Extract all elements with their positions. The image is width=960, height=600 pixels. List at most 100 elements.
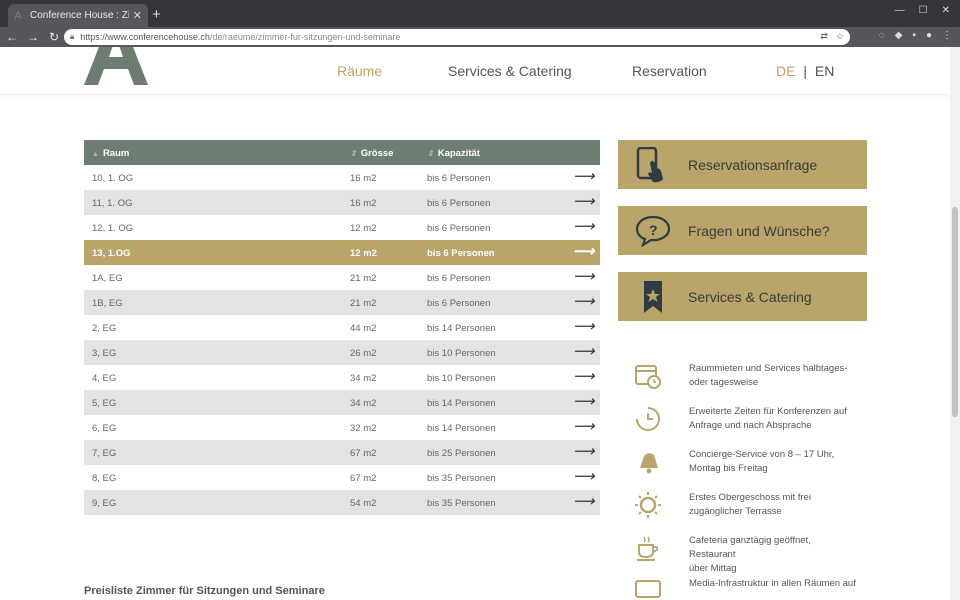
cell-kapazitaet: bis 35 Personen: [427, 498, 496, 509]
close-tab-icon[interactable]: ✕: [133, 9, 142, 22]
sort-groesse[interactable]: ⇕ Grösse: [350, 148, 393, 159]
window-controls: — ☐ ✕: [895, 5, 950, 16]
scrollbar-thumb[interactable]: [952, 207, 958, 417]
arrow-right-icon[interactable]: ⟶: [573, 369, 595, 384]
table-row[interactable]: 7, EG 67 m2 bis 25 Personen ⟶: [84, 440, 600, 465]
arrow-right-icon[interactable]: ⟶: [573, 269, 595, 284]
arrow-right-icon[interactable]: ⟶: [573, 394, 595, 409]
arrow-right-icon[interactable]: ⟶: [573, 494, 595, 509]
lang-en[interactable]: EN: [815, 63, 834, 79]
extension-icon[interactable]: ◆: [895, 30, 903, 41]
table-row[interactable]: 1B, EG 21 m2 bis 6 Personen ⟶: [84, 290, 600, 315]
profile-icon[interactable]: ●: [926, 30, 932, 41]
feature-line-1: Raummieten und Services halbtages-: [689, 363, 848, 374]
site-logo[interactable]: [84, 47, 148, 85]
cell-groesse: 21 m2: [350, 298, 377, 309]
arrow-right-icon[interactable]: ⟶: [573, 219, 595, 234]
lock-icon: 🔒︎: [70, 32, 75, 41]
cell-kapazitaet: bis 14 Personen: [427, 323, 496, 334]
header-kapazitaet: Kapazität: [437, 148, 480, 159]
cell-raum: 5, EG: [92, 398, 117, 409]
cell-groesse: 21 m2: [350, 273, 377, 284]
feature-item: Erweiterte Zeiten für Konferenzen auf Anf…: [618, 405, 868, 445]
arrow-right-icon[interactable]: ⟶: [573, 294, 595, 309]
nav-raeume[interactable]: Räume: [337, 63, 382, 79]
cell-raum: 1A, EG: [92, 273, 123, 284]
arrow-right-icon[interactable]: ⟶: [573, 344, 595, 359]
arrow-right-icon[interactable]: ⟶: [573, 469, 595, 484]
extension-icon[interactable]: ◌: [879, 30, 885, 41]
site-header: Räume Services & Catering Reservation DE…: [0, 47, 950, 95]
arrow-right-icon[interactable]: ⟶: [573, 319, 595, 334]
reservation-request-card[interactable]: Reservationsanfrage: [618, 140, 867, 189]
svg-text:?: ?: [649, 222, 658, 238]
browser-toolbar: ← → ↻ 🔒︎ https://www.conferencehouse.ch/…: [0, 27, 960, 47]
table-row[interactable]: 13, 1.OG 12 m2 bis 6 Personen ⟶: [84, 240, 600, 265]
sort-both-icon: ⇕: [427, 149, 434, 158]
table-row[interactable]: 11, 1. OG 16 m2 bis 6 Personen ⟶: [84, 190, 600, 215]
table-row[interactable]: 2, EG 44 m2 bis 14 Personen ⟶: [84, 315, 600, 340]
cell-raum: 6, EG: [92, 423, 117, 434]
nav-reservation[interactable]: Reservation: [632, 63, 707, 79]
web-page: Räume Services & Catering Reservation DE…: [0, 47, 950, 600]
bell-icon: [634, 448, 664, 478]
lang-separator: |: [803, 63, 807, 79]
close-window-icon[interactable]: ✕: [942, 5, 950, 16]
extension-icon[interactable]: ▪: [912, 30, 916, 41]
rooms-table: ▲ Raum ⇕ Grösse ⇕ Kapazität 10, 1. OG 16 m2 b…: [84, 140, 600, 515]
feature-line-1: Cafeteria ganztägig geöffnet, Restaurant: [689, 535, 811, 560]
table-row[interactable]: 5, EG 34 m2 bis 14 Personen ⟶: [84, 390, 600, 415]
table-row[interactable]: 3, EG 26 m2 bis 10 Personen ⟶: [84, 340, 600, 365]
feature-item: Cafeteria ganztägig geöffnet, Restaurant…: [618, 534, 868, 574]
arrow-right-icon[interactable]: ⟶: [573, 244, 595, 259]
forward-icon[interactable]: →: [24, 30, 42, 44]
services-catering-card[interactable]: Services & Catering: [618, 272, 867, 321]
arrow-right-icon[interactable]: ⟶: [573, 419, 595, 434]
cell-raum: 12, 1. OG: [92, 223, 134, 234]
cell-kapazitaet: bis 10 Personen: [427, 373, 496, 384]
feature-line-1: Concierge-Service von 8 – 17 Uhr,: [689, 449, 835, 460]
sort-raum[interactable]: ▲ Raum: [92, 148, 129, 159]
cell-groesse: 12 m2: [350, 223, 377, 234]
nav-services-catering[interactable]: Services & Catering: [448, 63, 572, 79]
table-row[interactable]: 9, EG 54 m2 bis 35 Personen ⟶: [84, 490, 600, 515]
new-tab-icon[interactable]: +: [152, 6, 161, 23]
cell-kapazitaet: bis 6 Personen: [427, 298, 491, 309]
reload-icon[interactable]: ↻: [45, 30, 63, 44]
cell-kapazitaet: bis 6 Personen: [427, 223, 491, 234]
page-scrollbar[interactable]: [950, 47, 960, 600]
table-body: 10, 1. OG 16 m2 bis 6 Personen ⟶ 11, 1. OG 16…: [84, 165, 600, 515]
cell-raum: 10, 1. OG: [92, 173, 134, 184]
table-row[interactable]: 10, 1. OG 16 m2 bis 6 Personen ⟶: [84, 165, 600, 190]
lang-de[interactable]: DE: [776, 63, 795, 79]
table-row[interactable]: 6, EG 32 m2 bis 14 Personen ⟶: [84, 415, 600, 440]
table-row[interactable]: 1A, EG 21 m2 bis 6 Personen ⟶: [84, 265, 600, 290]
back-icon[interactable]: ←: [3, 30, 21, 44]
table-row[interactable]: 8, EG 67 m2 bis 35 Personen ⟶: [84, 465, 600, 490]
cell-kapazitaet: bis 6 Personen: [427, 273, 491, 284]
header-raum: Raum: [102, 148, 130, 159]
cell-groesse: 34 m2: [350, 373, 377, 384]
address-bar[interactable]: 🔒︎ https://www.conferencehouse.ch/de/rae…: [64, 29, 850, 45]
cell-raum: 1B, EG: [92, 298, 123, 309]
table-row[interactable]: 12, 1. OG 12 m2 bis 6 Personen ⟶: [84, 215, 600, 240]
bookmark-star-toolbar-icon[interactable]: ☆: [836, 31, 844, 42]
arrow-right-icon[interactable]: ⟶: [573, 194, 595, 209]
questions-card[interactable]: ? Fragen und Wünsche?: [618, 206, 867, 255]
sort-kapazitaet[interactable]: ⇕ Kapazität: [427, 148, 480, 159]
arrow-right-icon[interactable]: ⟶: [573, 169, 595, 184]
feature-line-2: Anfrage und nach Absprache: [689, 420, 812, 431]
minimize-icon[interactable]: —: [895, 5, 905, 16]
cell-groesse: 12 m2: [350, 248, 377, 259]
browser-tab[interactable]: A Conference House : Zimm ✕: [8, 4, 148, 27]
feature-text: Media-Infrastruktur in allen Räumen auf: [689, 577, 859, 591]
maximize-icon[interactable]: ☐: [919, 5, 928, 16]
cell-kapazitaet: bis 14 Personen: [427, 398, 496, 409]
menu-icon[interactable]: ⋮: [942, 30, 952, 41]
translate-icon[interactable]: ⇄: [820, 31, 828, 42]
cell-groesse: 54 m2: [350, 498, 377, 509]
feature-item: Media-Infrastruktur in allen Räumen auf: [618, 577, 868, 600]
arrow-right-icon[interactable]: ⟶: [573, 444, 595, 459]
feature-line-2: Montag bis Freitag: [689, 463, 768, 474]
table-row[interactable]: 4, EG 34 m2 bis 10 Personen ⟶: [84, 365, 600, 390]
